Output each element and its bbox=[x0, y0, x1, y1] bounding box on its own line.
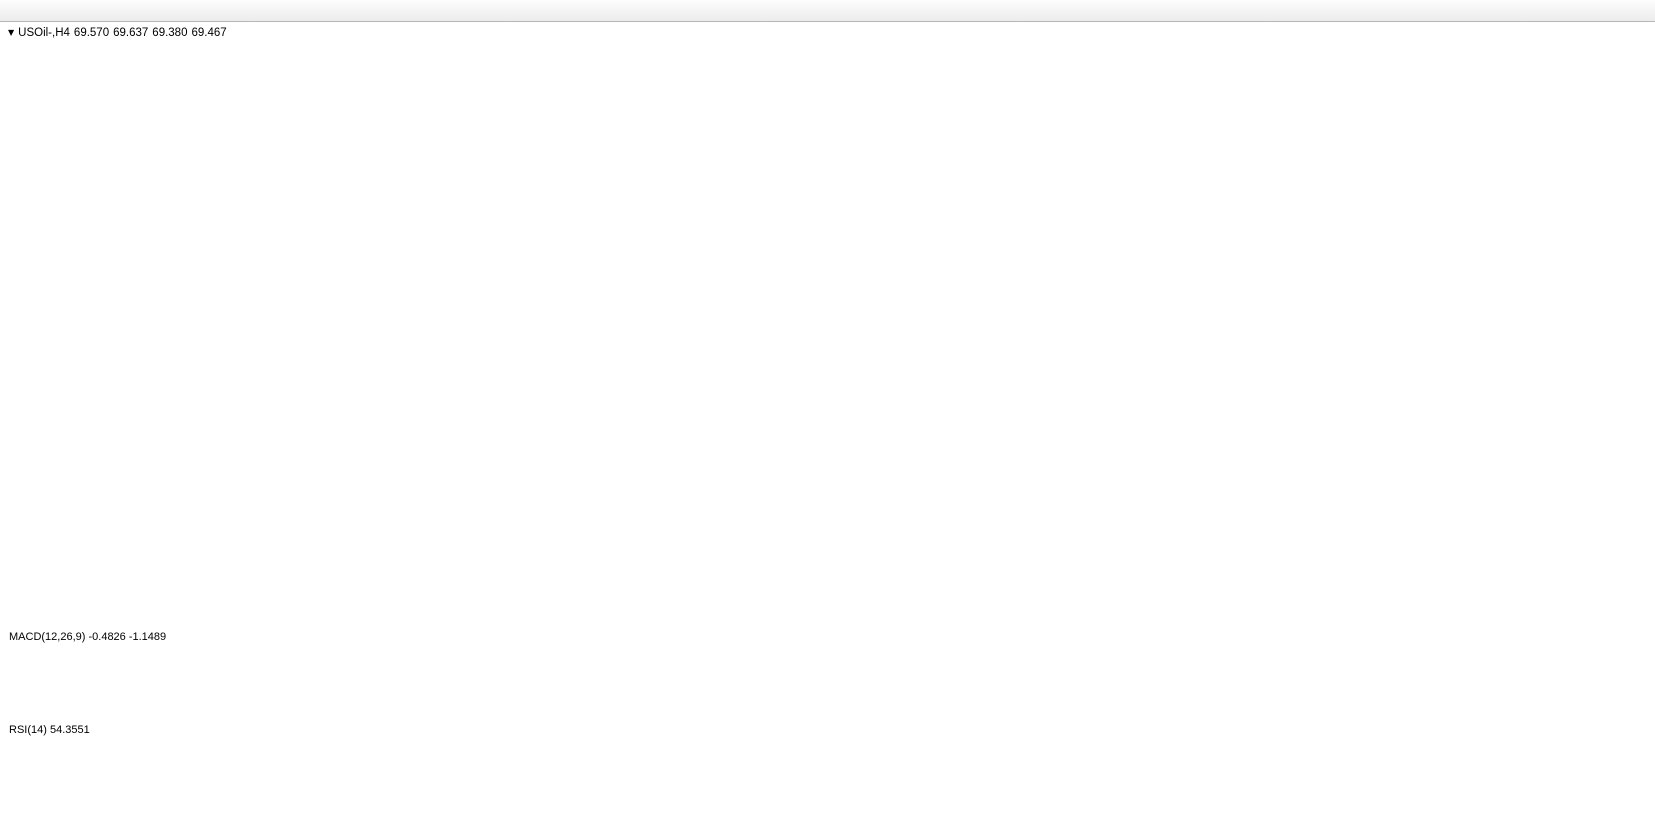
toolbar bbox=[0, 0, 1655, 22]
macd-indicator-label: MACD(12,26,9) -0.4826 -1.1489 bbox=[9, 631, 166, 643]
macd-values: -0.4826 -1.1489 bbox=[88, 631, 166, 643]
ohlc-high: 69.637 bbox=[113, 27, 148, 39]
ohlc-low: 69.380 bbox=[152, 27, 187, 39]
rsi-value: 54.3551 bbox=[50, 724, 90, 736]
symbol-period-label: USOil-,H4 bbox=[18, 27, 70, 39]
chart-dropdown-icon[interactable]: ▼ bbox=[8, 28, 14, 37]
ohlc-open: 69.570 bbox=[74, 27, 109, 39]
trading-terminal: { "toolbar": { "groups": [ {"items":[ {"… bbox=[0, 0, 1655, 827]
chart-title: ▼ USOil-,H4 69.570 69.637 69.380 69.467 bbox=[8, 27, 231, 39]
rsi-indicator-label: RSI(14) 54.3551 bbox=[9, 724, 90, 736]
chart-canvas[interactable] bbox=[0, 0, 1655, 827]
ohlc-close: 69.467 bbox=[191, 27, 226, 39]
